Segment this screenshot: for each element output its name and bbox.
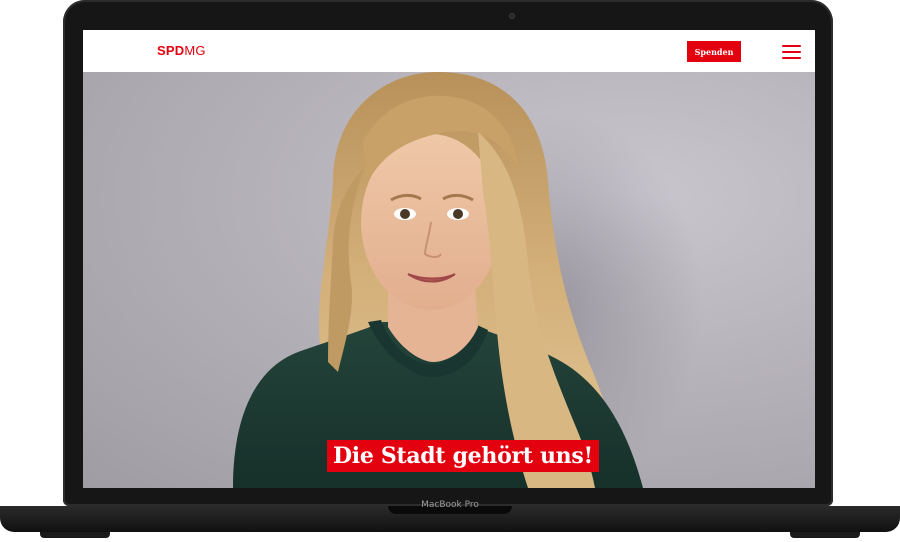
donate-button[interactable]: Spenden xyxy=(687,41,741,62)
hamburger-menu-icon[interactable] xyxy=(781,42,803,60)
device-label: MacBook Pro xyxy=(421,500,479,510)
logo-light-text: MG xyxy=(184,43,206,58)
menu-line xyxy=(782,51,801,53)
site-header: SPDMG Spenden xyxy=(83,30,815,72)
menu-line xyxy=(782,57,801,59)
laptop-screen: SPDMG Spenden Die Stadt gehört uns! xyxy=(83,30,815,488)
camera-icon xyxy=(509,13,515,19)
laptop-foot xyxy=(790,532,860,538)
spd-mg-logo[interactable]: SPDMG xyxy=(157,44,206,58)
hero-section: Die Stadt gehört uns! xyxy=(83,72,815,488)
hero-slogan: Die Stadt gehört uns! xyxy=(327,440,599,472)
logo-bold-text: SPD xyxy=(157,43,185,58)
menu-line xyxy=(782,45,801,47)
laptop-foot xyxy=(40,532,110,538)
hero-portrait-image xyxy=(233,72,703,488)
